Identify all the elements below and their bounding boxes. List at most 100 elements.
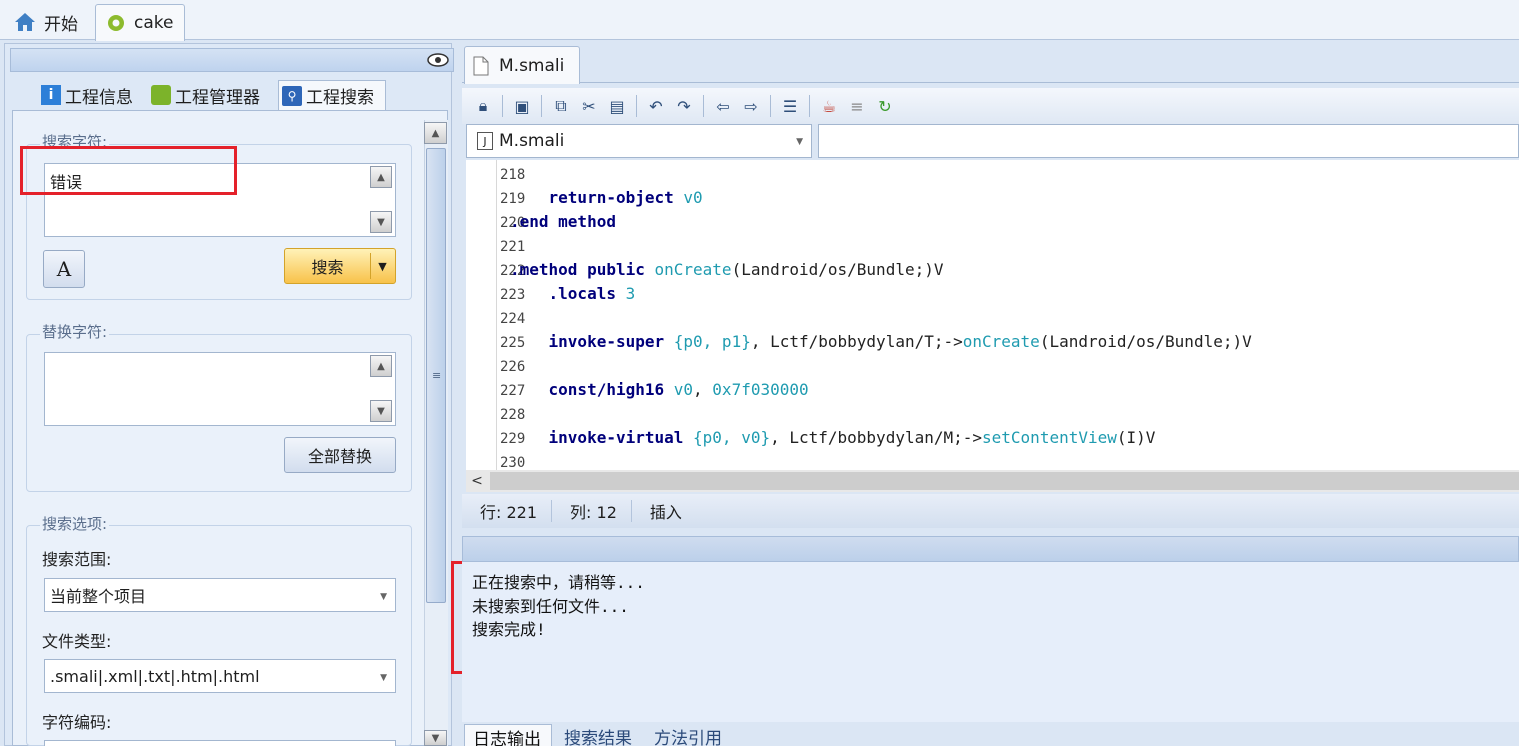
tab-m-smali[interactable]: M.smali (464, 46, 580, 84)
tab-project-info[interactable]: i 工程信息 (38, 80, 148, 110)
copy-icon[interactable]: ⧉ (550, 95, 572, 117)
tab-start-label: 开始 (44, 14, 78, 35)
paste-icon[interactable]: ▤ (606, 95, 628, 117)
filetype-label: 文件类型: (42, 632, 112, 651)
code-line[interactable]: 226 (466, 354, 526, 378)
code-text: .locals 3 (548, 284, 636, 303)
tab-project-manager[interactable]: 工程管理器 (148, 80, 274, 110)
java-icon[interactable]: ☕︎ (818, 95, 840, 117)
search-icon: ⚲ (282, 85, 302, 106)
lock-icon[interactable]: 🔒︎ (472, 95, 494, 117)
code-line[interactable]: 219 return-object v0 (466, 186, 703, 210)
scroll-up-button[interactable]: ▲ (424, 122, 447, 144)
tab-log-output[interactable]: 日志输出 (464, 724, 552, 746)
replace-input-scroll-up[interactable]: ▲ (370, 355, 392, 377)
scroll-left-icon[interactable]: < (468, 471, 486, 491)
code-text: return-object v0 (548, 188, 703, 207)
undo-icon[interactable]: ↶ (645, 95, 667, 117)
replace-input[interactable] (44, 352, 396, 426)
cut-icon[interactable]: ✂ (578, 95, 600, 117)
log-panel-header (462, 536, 1519, 562)
tab-method-references[interactable]: 方法引用 (646, 724, 730, 746)
search-input-scroll-up[interactable]: ▲ (370, 166, 392, 188)
font-case-button[interactable]: A (43, 250, 85, 288)
file-icon (473, 56, 489, 75)
scroll-down-button[interactable]: ▼ (424, 730, 447, 746)
line-number: 223 (500, 287, 526, 303)
code-line[interactable]: 229 invoke-virtual {p0, v0}, Lctf/bobbyd… (466, 426, 1155, 450)
encoding-select[interactable] (44, 740, 396, 746)
status-column: 列: 12 (552, 500, 632, 522)
line-number: 220 (500, 215, 526, 231)
tab-project-cake[interactable]: cake (95, 4, 185, 41)
tab-project-info-label: 工程信息 (65, 87, 133, 108)
line-number: 227 (500, 383, 526, 399)
android-robot-icon (151, 85, 171, 105)
left-panel-header (10, 48, 454, 72)
tab-project-label: cake (134, 13, 174, 33)
code-line[interactable]: 225 invoke-super {p0, p1}, Lctf/bobbydyl… (466, 330, 1252, 354)
back-icon[interactable]: ⇦ (712, 95, 734, 117)
align-icon[interactable]: ≡ (846, 95, 868, 117)
filetype-select[interactable]: .smali|.xml|.txt|.htm|.html ▼ (44, 659, 396, 693)
replace-all-button[interactable]: 全部替换 (284, 437, 396, 473)
code-line[interactable]: 224 (466, 306, 525, 330)
format-icon[interactable]: ☰ (779, 95, 801, 117)
code-line[interactable]: 221 (466, 234, 526, 258)
info-icon: i (41, 85, 61, 105)
encoding-label: 字符编码: (42, 713, 112, 732)
code-line[interactable]: 227 const/high16 v0, 0x7f030000 (466, 378, 809, 402)
line-number: 218 (500, 167, 526, 183)
left-scrollbar-thumb[interactable]: ≡ (426, 148, 446, 603)
editor-horizontal-scrollbar-thumb[interactable] (490, 472, 1519, 490)
editor-toolbar: 🔒︎ ▣ ⧉ ✂ ▤ ↶ ↷ ⇦ ⇨ ☰ ☕︎ ≡ ↻ (462, 88, 1519, 124)
code-line[interactable]: 222.method public onCreate(Landroid/os/B… (466, 258, 943, 282)
tab-search-results[interactable]: 搜索结果 (556, 724, 640, 746)
replace-group-title: 替换字符: (40, 321, 110, 342)
scope-select-value: 当前整个项目 (50, 587, 147, 606)
tab-start[interactable]: 开始 (4, 4, 92, 40)
log-line: 正在搜索中，请稍等... (472, 573, 645, 592)
filetype-select-value: .smali|.xml|.txt|.htm|.html (50, 666, 260, 686)
chevron-down-icon[interactable]: ▼ (371, 260, 395, 273)
search-input-scroll-down[interactable]: ▼ (370, 211, 392, 233)
scope-select[interactable]: 当前整个项目 ▼ (44, 578, 396, 612)
search-input[interactable]: 错误 (44, 163, 396, 237)
refresh-icon[interactable]: ↻ (874, 95, 896, 117)
forward-icon[interactable]: ⇨ (740, 95, 762, 117)
replace-input-scroll-down[interactable]: ▼ (370, 400, 392, 422)
scope-label: 搜索范围: (42, 550, 112, 569)
chevron-down-icon: ▼ (380, 592, 387, 602)
log-line: 搜索完成! (472, 620, 546, 639)
chevron-down-icon: ▼ (380, 673, 387, 683)
line-number: 219 (500, 191, 526, 207)
code-line[interactable]: 228 (466, 402, 526, 426)
search-group-title: 搜索字符: (40, 131, 110, 152)
font-size-icon: A (56, 257, 72, 281)
code-editor[interactable]: 218 219 return-object v0 220.end method 221… (466, 160, 1519, 470)
code-text: .end method (510, 212, 616, 231)
code-text: invoke-super {p0, p1}, Lctf/bobbydylan/T… (548, 332, 1252, 351)
file-select-value: M.smali (499, 131, 565, 151)
line-number: 222 (500, 263, 526, 279)
grip-icon: ≡ (432, 369, 442, 382)
redo-icon[interactable]: ↷ (673, 95, 695, 117)
line-number: 221 (500, 239, 526, 255)
document-tab-bar (0, 0, 1519, 40)
code-line[interactable]: 223 .locals 3 (466, 282, 635, 306)
search-button-label: 搜索 (311, 258, 344, 277)
code-line[interactable]: 218 (466, 162, 526, 186)
chevron-down-icon: ▼ (796, 137, 803, 147)
member-select[interactable] (818, 124, 1519, 158)
line-number: 228 (500, 407, 526, 423)
search-button[interactable]: 搜索 ▼ (284, 248, 396, 284)
code-line[interactable]: 220.end method (466, 210, 616, 234)
tab-project-search[interactable]: ⚲ 工程搜索 (278, 80, 386, 110)
save-icon[interactable]: ▣ (511, 95, 533, 117)
code-text: invoke-virtual {p0, v0}, Lctf/bobbydylan… (548, 428, 1156, 447)
file-select[interactable]: J M.smali ▼ (466, 124, 812, 158)
line-number: 226 (500, 359, 526, 375)
editor-status-bar: 行: 221 列: 12 插入 (462, 494, 1519, 528)
eye-icon[interactable] (427, 52, 449, 68)
code-line[interactable]: 230 (466, 450, 525, 470)
